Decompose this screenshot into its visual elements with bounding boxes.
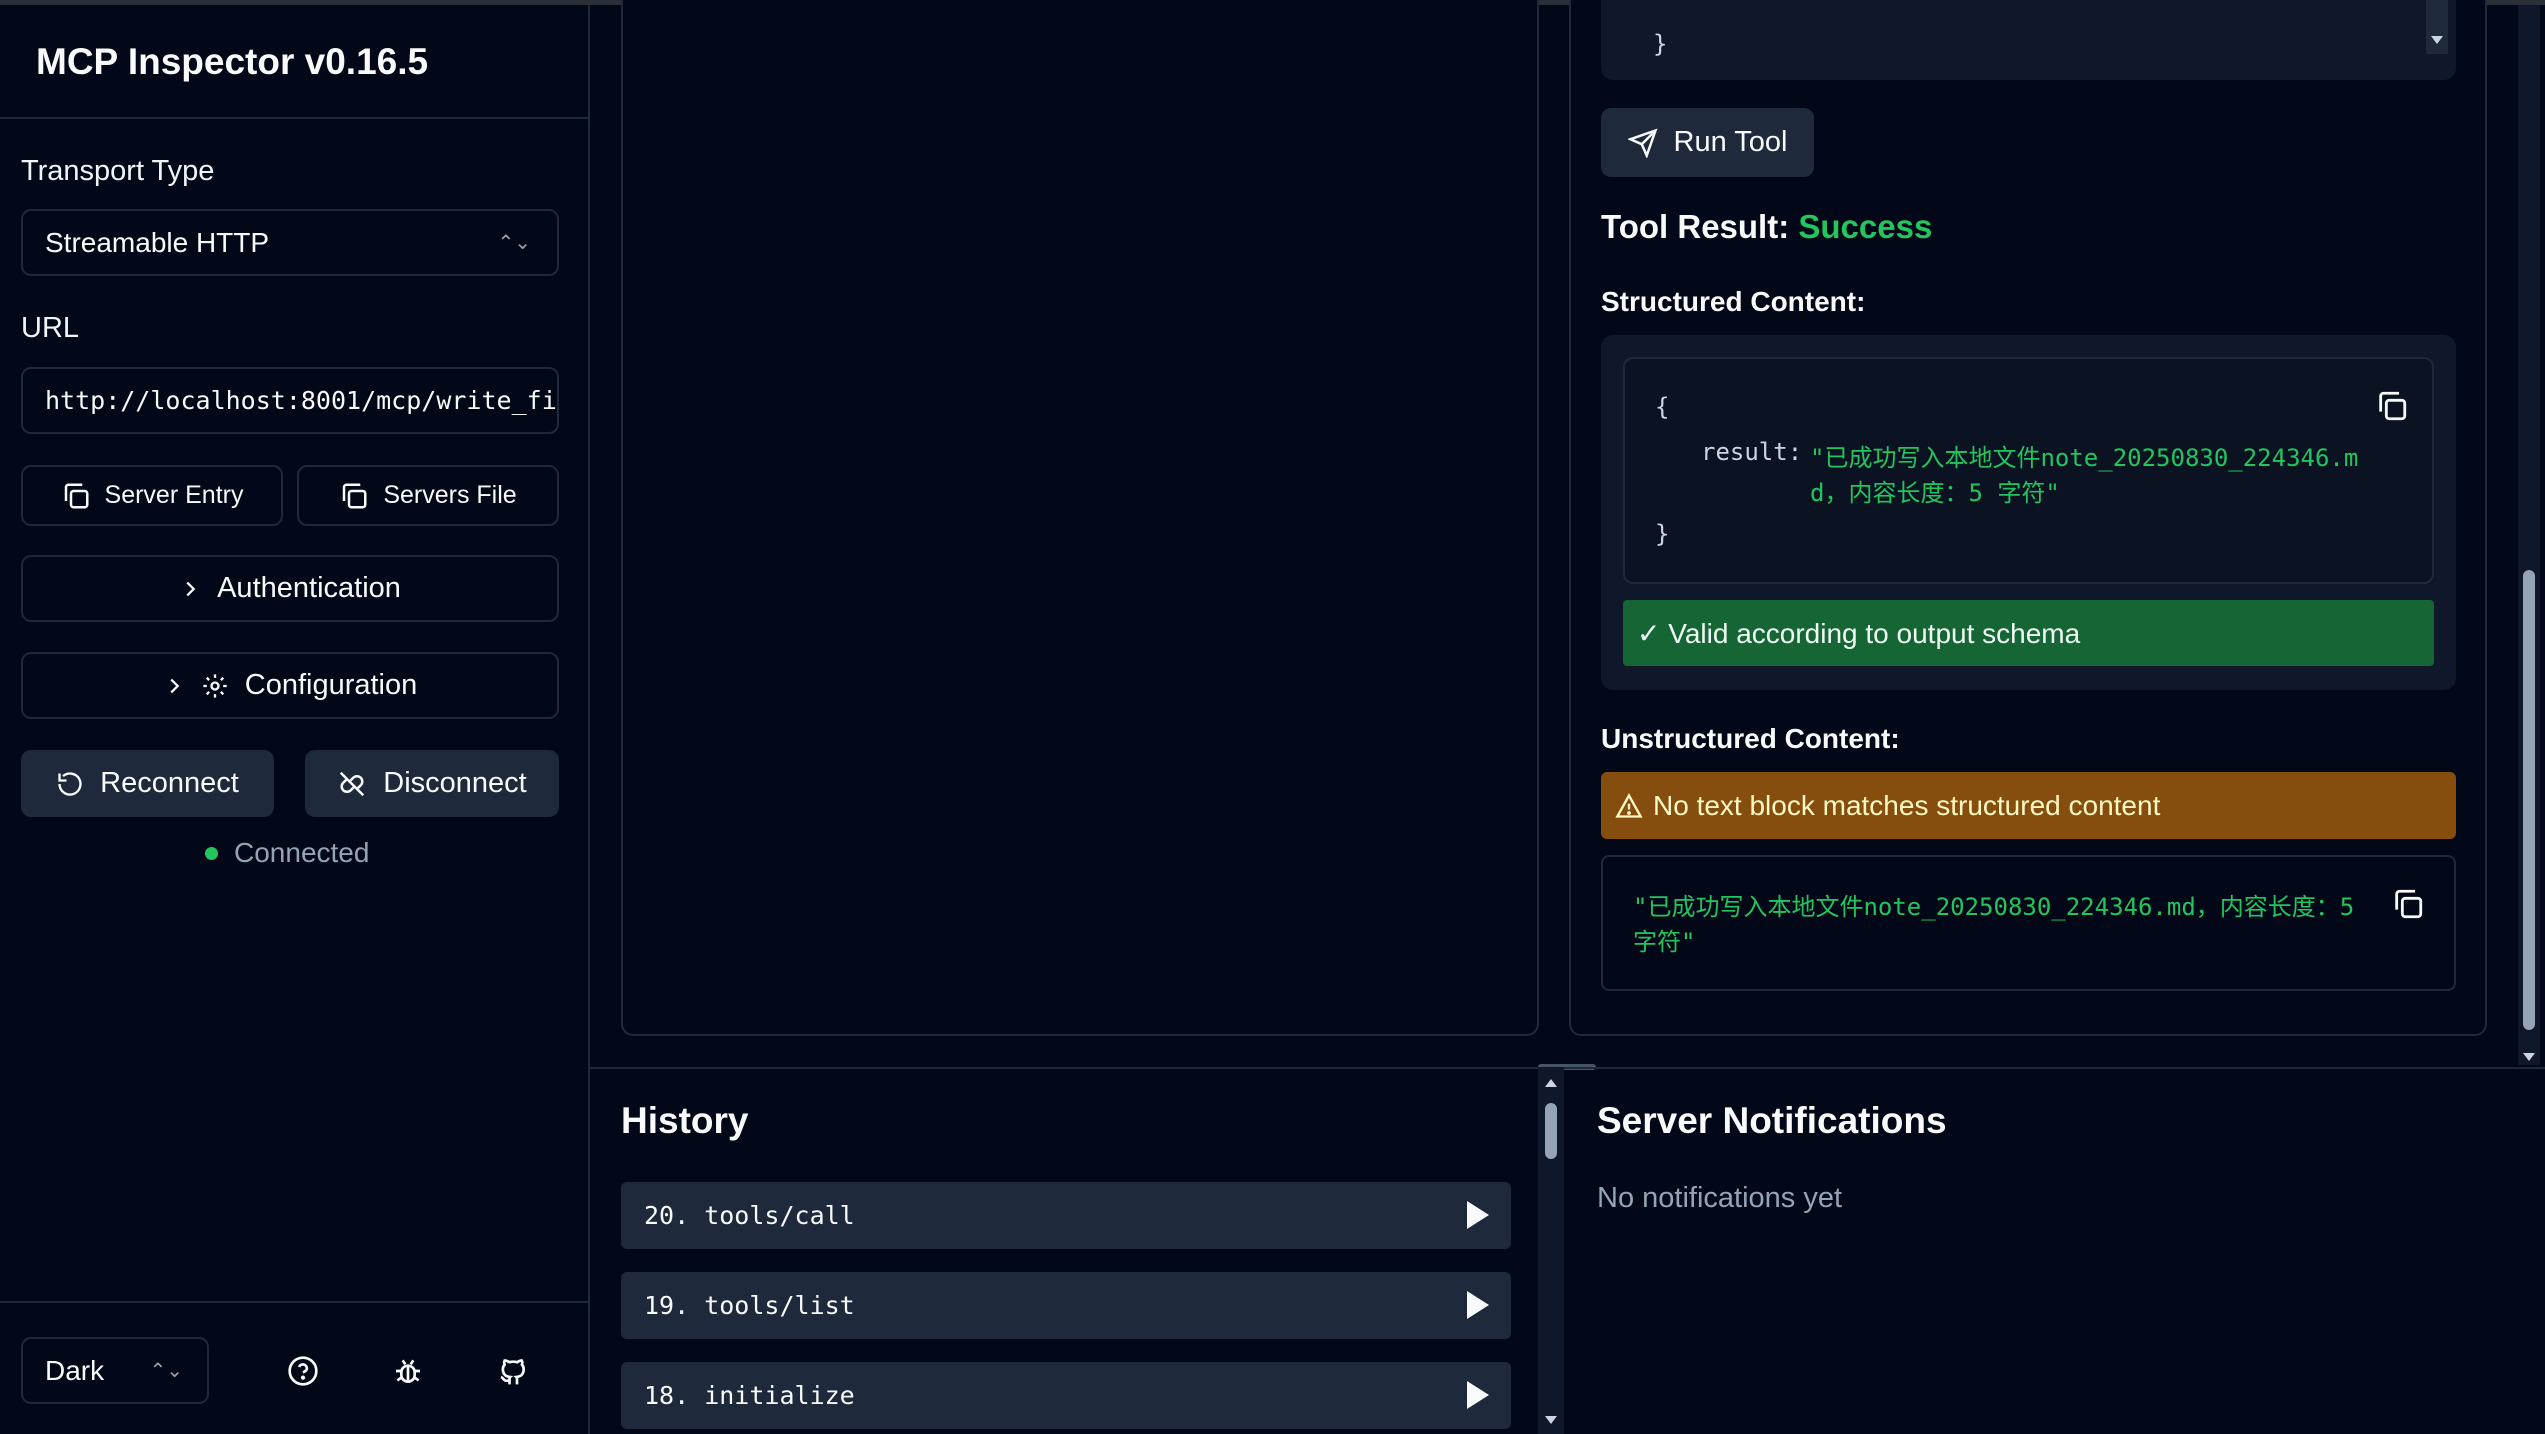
authentication-toggle[interactable]: Authentication [21,555,559,622]
chevron-right-icon [170,678,180,693]
sidebar: MCP Inspector v0.16.5 Transport Type Str… [0,5,590,1434]
scroll-down-icon [1545,1416,1557,1424]
connection-status: Connected [205,837,369,869]
github-icon[interactable] [493,1351,533,1391]
warning-banner: No text block matches structured content [1601,772,2456,839]
unplug-icon [340,771,365,796]
json-value-line1: "已成功写入本地文件note_20250830_224346.m [1810,444,2359,472]
gear-icon [203,673,227,698]
tools-list-pane [621,0,1539,1036]
run-tool-button[interactable]: Run Tool [1601,108,1814,177]
main-scrollbar[interactable] [2518,5,2540,1065]
history-item-label: 20. tools/call [644,1201,855,1230]
rotate-ccw-icon [58,771,82,796]
status-dot-icon [205,846,218,860]
history-item[interactable]: 20. tools/call [621,1182,1511,1249]
scroll-down-icon [2523,1053,2535,1061]
disconnect-label: Disconnect [383,767,527,799]
disconnect-button[interactable]: Disconnect [305,750,559,817]
bottom-panel-divider [590,1067,2545,1069]
server-notifications-title: Server Notifications [1597,1100,1947,1141]
status-text: Connected [234,837,370,868]
reconnect-button[interactable]: Reconnect [21,750,274,817]
transport-type-value: Streamable HTTP [45,226,270,258]
history-item-label: 19. tools/list [644,1291,855,1320]
theme-select[interactable]: Dark ⌃⌄ [21,1337,209,1404]
server-entry-label: Server Entry [104,481,244,509]
theme-value: Dark [45,1354,105,1386]
chevron-up-down-icon: ⌃⌄ [497,232,531,254]
structured-content-json: { result: "已成功写入本地文件note_20250830_224346… [1623,357,2434,584]
code-closing-brace: } [1653,30,1668,58]
transport-type-label: Transport Type [21,155,215,187]
url-label: URL [21,312,80,344]
history-scrollbar[interactable] [1538,1067,1564,1434]
tool-input-editor[interactable]: } [1601,0,2456,80]
history-title: History [621,1100,749,1141]
run-tool-label: Run Tool [1673,126,1788,158]
authentication-label: Authentication [217,572,401,604]
configuration-toggle[interactable]: Configuration [21,652,559,719]
play-icon[interactable] [1467,1381,1489,1409]
servers-file-button[interactable]: Servers File [297,465,559,526]
schema-valid-banner: ✓ Valid according to output schema [1623,600,2434,666]
scroll-down-icon [2431,36,2443,44]
copy-icon[interactable] [2391,887,2425,921]
play-icon[interactable] [1467,1201,1489,1229]
servers-file-label: Servers File [383,481,517,509]
tool-result-label: Tool Result: [1601,208,1790,245]
chevron-right-icon [186,581,196,596]
scroll-up-icon [1545,1079,1557,1087]
chevron-up-down-icon: ⌃⌄ [149,1360,183,1382]
url-input[interactable]: http://localhost:8001/mcp/write_fi [21,367,559,434]
unstructured-content-text: "已成功写入本地文件note_20250830_224346.md，内容长度：5… [1601,855,2456,991]
history-scrollbar-thumb[interactable] [1545,1103,1557,1159]
copy-icon [343,483,367,508]
tool-result-status: Success [1798,208,1933,245]
unstructured-line1: "已成功写入本地文件note_20250830_224346.md，内容长度：5 [1633,893,2355,921]
bug-icon[interactable] [388,1351,428,1391]
url-value: http://localhost:8001/mcp/write_fi [45,386,557,415]
warning-text: No text block matches structured content [1653,789,2161,821]
sidebar-footer: Dark ⌃⌄ [0,1301,588,1434]
copy-icon[interactable] [2375,389,2409,423]
json-open-brace: { [1655,393,1670,421]
unstructured-content-label: Unstructured Content: [1601,723,1900,754]
json-key: result: [1701,438,1803,466]
no-notifications-text: No notifications yet [1597,1182,1843,1214]
history-item-label: 18. initialize [644,1381,855,1410]
history-item[interactable]: 18. initialize [621,1362,1511,1429]
reconnect-label: Reconnect [100,767,239,799]
help-icon[interactable] [283,1351,323,1391]
history-item[interactable]: 19. tools/list [621,1272,1511,1339]
unstructured-line2: 字符" [1633,928,1696,956]
structured-content-panel: { result: "已成功写入本地文件note_20250830_224346… [1601,335,2456,690]
tool-result-heading: Tool Result: Success [1601,208,1932,246]
server-entry-button[interactable]: Server Entry [21,465,283,526]
json-value-line2: d，内容长度：5 字符" [1810,479,2060,507]
app-title: MCP Inspector v0.16.5 [36,41,429,82]
configuration-label: Configuration [244,669,418,701]
json-close-brace: } [1655,520,1670,548]
editor-scrollbar[interactable] [2426,0,2448,54]
main-scrollbar-thumb[interactable] [2523,570,2535,1030]
send-icon [1627,127,1658,158]
transport-type-select[interactable]: Streamable HTTP ⌃⌄ [21,209,559,276]
copy-icon [64,483,89,508]
structured-content-label: Structured Content: [1601,286,1866,317]
warning-triangle-icon [1615,792,1643,818]
sidebar-header: MCP Inspector v0.16.5 [0,5,588,119]
play-icon[interactable] [1467,1291,1489,1319]
